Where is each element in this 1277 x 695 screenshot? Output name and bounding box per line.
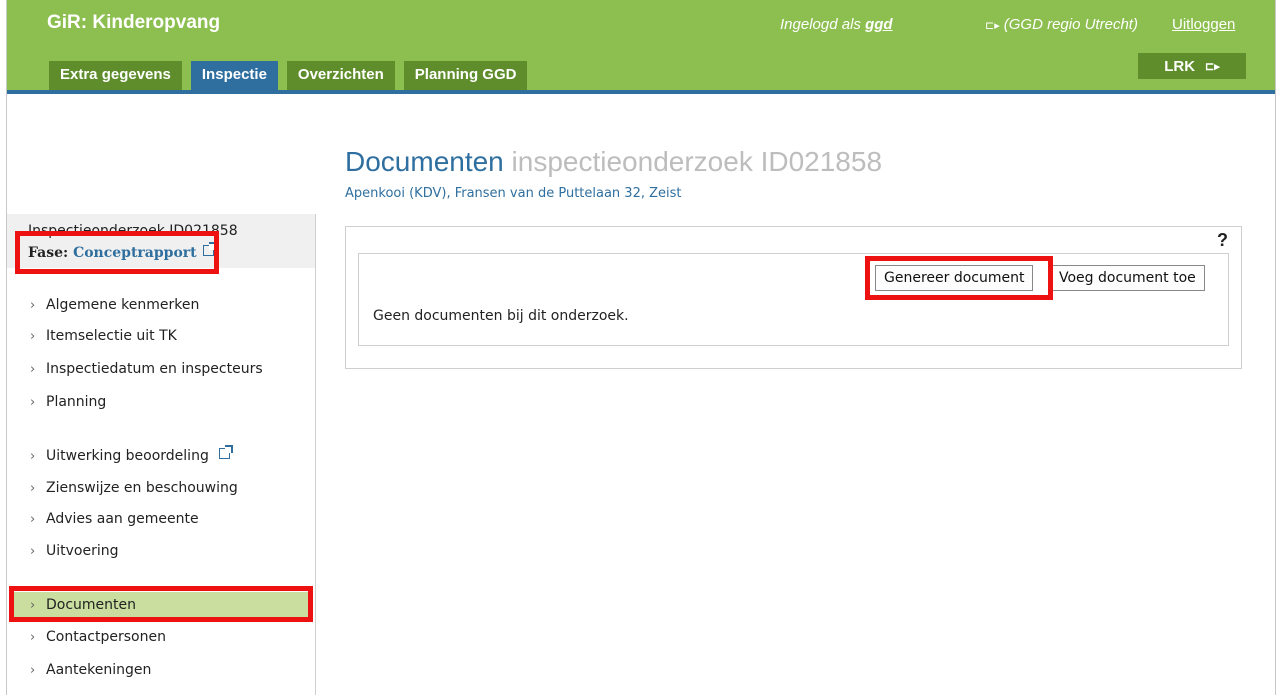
tab-inspectie[interactable]: Inspectie xyxy=(190,61,278,90)
highlight-documenten xyxy=(9,586,313,622)
logged-in-text: Ingelogd als ggd xyxy=(780,16,893,33)
documents-list: Genereer document Voeg document toe Geen… xyxy=(358,253,1229,346)
chevron-right-icon: › xyxy=(30,449,36,464)
chevron-right-icon: › xyxy=(30,630,36,645)
page-subtitle: Apenkooi (KDV), Fransen van de Puttelaan… xyxy=(345,186,682,201)
chevron-right-icon: › xyxy=(30,298,36,313)
sidebar-item-itemselectie[interactable]: › Itemselectie uit TK xyxy=(30,328,177,344)
sidebar-item-aantekeningen[interactable]: › Aantekeningen xyxy=(30,662,151,678)
lrk-button[interactable]: LRK ⊏▸ xyxy=(1138,53,1246,79)
chevron-right-icon: › xyxy=(30,512,36,527)
sidebar-divider xyxy=(315,214,316,695)
sidebar-item-advies-gemeente[interactable]: › Advies aan gemeente xyxy=(30,511,199,527)
chevron-right-icon: › xyxy=(30,481,36,496)
add-document-button[interactable]: Voeg document toe xyxy=(1050,265,1205,291)
sidebar-item-inspectiedatum[interactable]: › Inspectiedatum en inspecteurs xyxy=(30,361,263,377)
header-underline xyxy=(7,90,1275,94)
empty-message: Geen documenten bij dit onderzoek. xyxy=(373,308,629,324)
sidebar-item-uitvoering[interactable]: › Uitvoering xyxy=(30,543,119,559)
sidebar-item-planning[interactable]: › Planning xyxy=(30,394,106,410)
chevron-right-icon: › xyxy=(30,362,36,377)
highlight-generate xyxy=(865,256,1053,300)
page-title: Documenten inspectieonderzoek ID021858 xyxy=(345,146,883,177)
chevron-right-icon: › xyxy=(30,395,36,410)
main-tabs: Extra gegevens Inspectie Overzichten Pla… xyxy=(49,61,528,90)
tab-planning-ggd[interactable]: Planning GGD xyxy=(403,61,528,90)
highlight-phase xyxy=(15,231,219,274)
help-icon[interactable]: ? xyxy=(1217,230,1228,251)
external-link-icon xyxy=(218,445,233,459)
chevron-right-icon: › xyxy=(30,544,36,559)
app-title: GiR: Kinderopvang xyxy=(47,12,221,33)
user-link[interactable]: ggd xyxy=(865,16,893,33)
sidebar-item-zienswijze[interactable]: › Zienswijze en beschouwing xyxy=(30,480,238,496)
app-header: GiR: Kinderopvang Ingelogd als ggd ⊏▸ (GG… xyxy=(7,0,1275,94)
sidebar-item-contactpersonen[interactable]: › Contactpersonen xyxy=(30,629,166,645)
chevron-right-icon: › xyxy=(30,663,36,678)
page-title-sub: inspectieonderzoek ID021858 xyxy=(511,146,883,177)
tab-overzichten[interactable]: Overzichten xyxy=(286,61,395,90)
sidebar-item-algemene-kenmerken[interactable]: › Algemene kenmerken xyxy=(30,297,199,313)
region-link[interactable]: ⊏▸ (GGD regio Utrecht) xyxy=(985,16,1138,33)
logout-link[interactable]: Uitloggen xyxy=(1172,16,1235,33)
documents-panel: ? Genereer document Voeg document toe Ge… xyxy=(345,226,1242,369)
chevron-right-icon: › xyxy=(30,329,36,344)
sign-out-icon: ⊏▸ xyxy=(985,20,1000,32)
sidebar-item-uitwerking-beoordeling[interactable]: › Uitwerking beoordeling xyxy=(30,445,233,464)
tab-extra-gegevens[interactable]: Extra gegevens xyxy=(49,61,182,90)
sign-out-icon: ⊏▸ xyxy=(1205,60,1220,73)
